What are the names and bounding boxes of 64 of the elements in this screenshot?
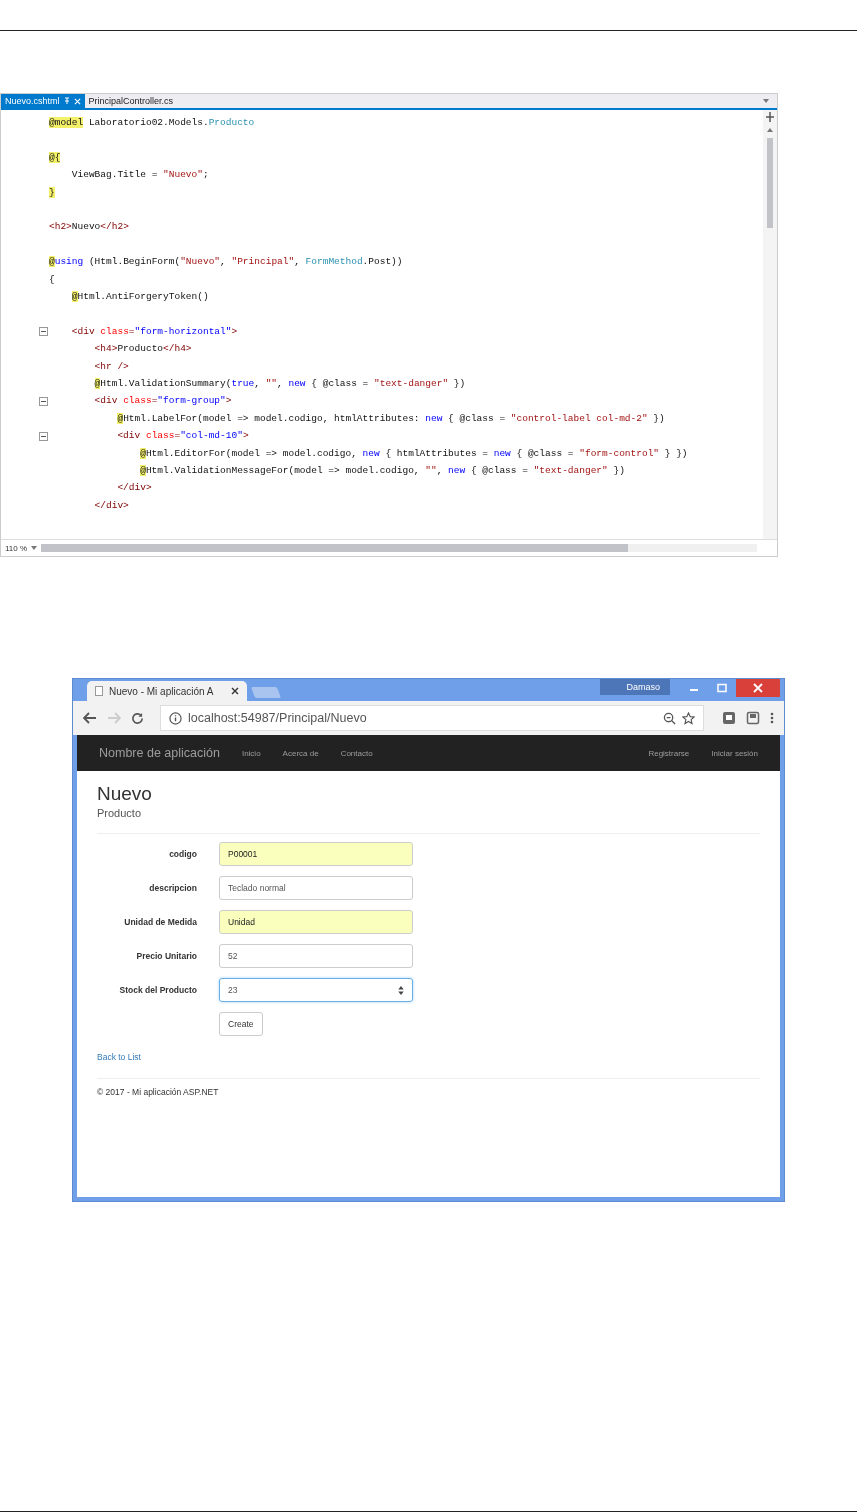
- menu-icon[interactable]: [770, 711, 774, 725]
- nav-link[interactable]: Contacto: [340, 748, 373, 758]
- code-line: {: [49, 272, 56, 287]
- code-line: ViewBag.Title = "Nuevo";: [70, 168, 210, 183]
- extension-icon[interactable]: [746, 711, 760, 725]
- browser-tab[interactable]: Nuevo - Mi aplicación A: [87, 681, 247, 701]
- extension-icon[interactable]: [722, 711, 736, 725]
- page-title: Nuevo: [97, 783, 153, 805]
- scroll-up-icon[interactable]: [767, 128, 773, 132]
- star-icon[interactable]: [682, 711, 695, 725]
- input-field[interactable]: 23: [219, 978, 413, 1002]
- split-icon[interactable]: [765, 112, 775, 122]
- field-label: Stock del Producto: [118, 985, 197, 995]
- code-line: <h2>Nuevo</h2>: [49, 220, 130, 235]
- collapse-icon[interactable]: [39, 396, 48, 406]
- dropdown-icon[interactable]: [31, 546, 38, 550]
- collapse-icon[interactable]: [39, 431, 48, 441]
- section-title: Producto: [97, 807, 143, 819]
- create-button[interactable]: Create: [219, 1012, 263, 1036]
- zoom-level[interactable]: 110 %: [5, 543, 28, 553]
- pin-icon[interactable]: [63, 97, 70, 105]
- address-bar[interactable]: localhost:54987/Principal/Nuevo: [160, 705, 704, 731]
- reload-icon[interactable]: [131, 711, 144, 725]
- close-button[interactable]: [736, 679, 780, 697]
- close-icon: [753, 683, 763, 693]
- tab-title: Nuevo - Mi aplicación A: [109, 685, 215, 697]
- nav-link[interactable]: Iniciar sesión: [711, 748, 758, 758]
- code-line: @model Laboratorio02.Models.Producto: [49, 116, 256, 130]
- code-line: @Html.LabelFor(model => model.codigo, htmlAttributes: new { @class = "control-label col-md-2" }): [116, 411, 666, 426]
- input-field[interactable]: Unidad: [219, 910, 413, 934]
- vertical-scrollbar[interactable]: [763, 110, 777, 539]
- close-icon[interactable]: [231, 687, 239, 695]
- code-line: </div>: [116, 481, 153, 496]
- code-line: <h4>Producto</h4>: [93, 342, 193, 357]
- code-line: </div>: [93, 498, 130, 513]
- file-tab[interactable]: PrincipalController.cs: [84, 94, 178, 108]
- collapse-icon[interactable]: [39, 327, 48, 337]
- dropdown-icon[interactable]: [763, 99, 769, 103]
- field-label: Unidad de Medida: [123, 917, 197, 927]
- input-field[interactable]: Teclado normal: [219, 876, 413, 900]
- code-line: <div class="col-md-10">: [116, 429, 250, 444]
- horizontal-scrollbar[interactable]: [41, 544, 757, 552]
- field-label: descripcion: [148, 883, 197, 893]
- code-line: <div class="form-group">: [93, 394, 233, 409]
- footer-text: © 2017 - Mi aplicación ASP.NET: [97, 1087, 220, 1097]
- maximize-icon: [717, 683, 727, 693]
- input-field[interactable]: P00001: [219, 842, 413, 866]
- code-line: <hr />: [93, 359, 130, 374]
- brand-link[interactable]: Nombre de aplicación: [99, 746, 220, 760]
- zoom-out-icon[interactable]: [663, 711, 676, 725]
- spinner-icon[interactable]: [398, 985, 404, 995]
- input-field[interactable]: 52: [219, 944, 413, 968]
- back-icon[interactable]: [83, 712, 97, 724]
- back-link[interactable]: Back to List: [97, 1052, 141, 1062]
- code-line: <div class="form-horizontal">: [70, 324, 239, 339]
- nav-link[interactable]: Acerca de: [282, 748, 319, 758]
- nav-link[interactable]: Inicio: [241, 748, 261, 758]
- file-tab[interactable]: Nuevo.cshtml: [1, 94, 85, 108]
- user-badge[interactable]: Damaso: [600, 679, 670, 695]
- info-icon[interactable]: [169, 711, 182, 725]
- page-icon: [95, 686, 103, 696]
- nav-link[interactable]: Registrarse: [648, 748, 690, 758]
- field-label: Precio Unitario: [135, 951, 197, 961]
- field-label: codigo: [168, 849, 197, 859]
